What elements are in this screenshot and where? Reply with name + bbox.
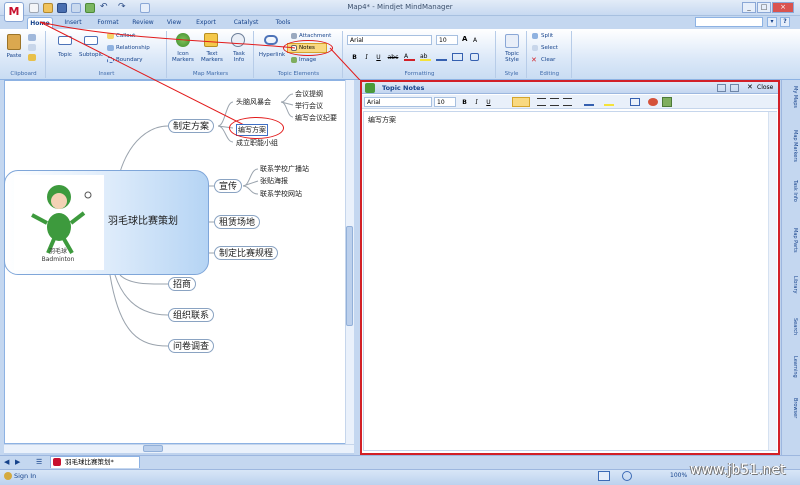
close-notes-button[interactable]: Close bbox=[757, 84, 773, 91]
sign-in-icon bbox=[4, 472, 12, 480]
close-notes-icon[interactable]: ✕ bbox=[747, 83, 753, 91]
tab-task-info[interactable]: Task Info bbox=[783, 180, 798, 220]
topic-rules[interactable]: 制定比赛规程 bbox=[214, 246, 279, 260]
notes-highlight-icon[interactable] bbox=[604, 97, 614, 106]
notes-image-icon[interactable] bbox=[662, 97, 672, 107]
map-horizontal-scrollbar[interactable] bbox=[4, 444, 354, 453]
subtopic-hold-meeting[interactable]: 举行会议 bbox=[295, 101, 323, 111]
topic-plan[interactable]: 制定方案 bbox=[168, 119, 215, 133]
notes-size-select[interactable]: 10 bbox=[434, 97, 456, 107]
notes-font-color-icon[interactable] bbox=[584, 97, 594, 106]
tab-my-maps[interactable]: My Maps bbox=[783, 86, 798, 126]
map-vertical-scroll-thumb[interactable] bbox=[346, 226, 353, 326]
notes-bold-button[interactable]: B bbox=[460, 97, 469, 106]
document-tab[interactable]: 羽毛球比赛策划* bbox=[50, 456, 140, 468]
watermark: www.jb51.net bbox=[690, 462, 786, 478]
topic-survey[interactable]: 问卷调查 bbox=[168, 339, 215, 353]
central-topic-title: 羽毛球比赛策划 bbox=[108, 216, 178, 227]
tab-search[interactable]: Search bbox=[783, 318, 798, 352]
dock-icon[interactable] bbox=[717, 84, 726, 92]
notes-bullets-icon[interactable] bbox=[537, 98, 546, 106]
topic-publicity[interactable]: 宣传 bbox=[214, 179, 243, 193]
subtopic-brainstorm[interactable]: 头脑风暴会 bbox=[236, 97, 271, 107]
notes-italic-button[interactable]: I bbox=[472, 97, 481, 106]
tab-map-parts[interactable]: Map Parts bbox=[783, 228, 798, 272]
notes-pane-icon bbox=[365, 83, 375, 93]
tab-browser[interactable]: Browser bbox=[783, 398, 798, 436]
notes-vertical-scrollbar[interactable] bbox=[768, 112, 777, 450]
zoom-level: 100% bbox=[670, 472, 688, 479]
subtopic-radio[interactable]: 联系学校广播站 bbox=[260, 164, 309, 174]
sign-in-button[interactable]: Sign In bbox=[14, 472, 36, 480]
tab-list-icon[interactable]: ☰ bbox=[36, 458, 42, 466]
tab-scroll-left-icon[interactable]: ◀ bbox=[4, 458, 9, 466]
notes-content: 编写方案 bbox=[368, 116, 396, 124]
topic-venue[interactable]: 租赁场地 bbox=[214, 215, 261, 229]
map-horizontal-scroll-thumb[interactable] bbox=[143, 445, 163, 452]
subtopic-meeting-minutes[interactable]: 编写会议纪要 bbox=[295, 113, 337, 123]
notes-editor[interactable] bbox=[363, 111, 777, 451]
tab-map-markers[interactable]: Map Markers bbox=[783, 130, 798, 176]
filter-icon[interactable] bbox=[598, 471, 610, 481]
write-plan-highlight-oval bbox=[229, 117, 284, 139]
subtopic-meeting-outline[interactable]: 会议提纲 bbox=[295, 89, 323, 99]
notes-underline-button[interactable]: U bbox=[484, 97, 493, 106]
topic-notes-title: Topic Notes bbox=[382, 84, 425, 92]
subtopic-form-team[interactable]: 成立职能小组 bbox=[236, 138, 278, 148]
mascot-caption-cn: 羽毛球 bbox=[48, 248, 67, 255]
notes-table-icon[interactable] bbox=[630, 98, 640, 106]
notes-indent-icon[interactable] bbox=[563, 98, 572, 106]
tab-scroll-right-icon[interactable]: ▶ bbox=[15, 458, 20, 466]
tab-library[interactable]: Library bbox=[783, 276, 798, 314]
topic-sponsors[interactable]: 招商 bbox=[168, 277, 197, 291]
subtopic-website[interactable]: 联系学校网站 bbox=[260, 189, 302, 199]
float-icon[interactable] bbox=[730, 84, 739, 92]
notes-numbering-icon[interactable] bbox=[550, 98, 559, 106]
mascot-caption-en: Badminton bbox=[41, 256, 75, 263]
view-icon[interactable] bbox=[622, 471, 632, 481]
notes-font-select[interactable]: Arial bbox=[364, 97, 432, 107]
topic-notes-header bbox=[362, 82, 778, 94]
notes-align-left-icon[interactable] bbox=[512, 97, 530, 107]
tab-learning[interactable]: Learning bbox=[783, 356, 798, 394]
map-file-icon bbox=[53, 458, 61, 466]
topic-organize[interactable]: 组织联系 bbox=[168, 308, 215, 322]
app-menu-button[interactable]: M bbox=[4, 2, 24, 22]
notes-color-icon[interactable] bbox=[648, 98, 658, 106]
subtopic-posters[interactable]: 张贴海报 bbox=[260, 176, 288, 186]
